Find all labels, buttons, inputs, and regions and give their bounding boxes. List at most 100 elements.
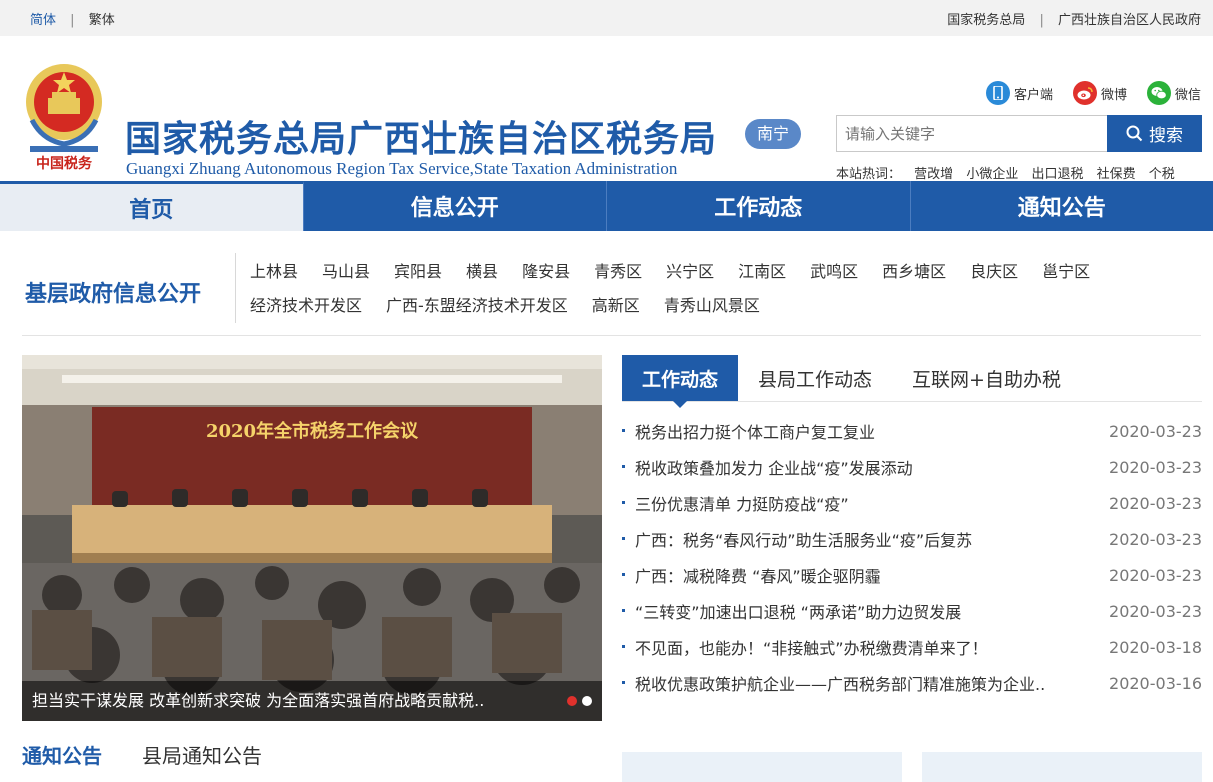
slide-banner-text: 2020年全市税务工作会议 <box>206 420 419 442</box>
district-link[interactable]: 良庆区 <box>970 259 1018 293</box>
weibo-label: 微博 <box>1101 84 1127 103</box>
grassroots-list: 上林县 马山县 宾阳县 横县 隆安县 青秀区 兴宁区 江南区 武鸣区 西乡塘区 … <box>250 259 1130 327</box>
service-card[interactable] <box>922 752 1202 782</box>
news-item[interactable]: 税务出招力挺个体工商户复工复业 2020-03-23 <box>622 413 1202 449</box>
separator: | <box>70 13 74 28</box>
district-link[interactable]: 青秀山风景区 <box>664 293 760 327</box>
grassroots-info-section: 基层政府信息公开 上林县 马山县 宾阳县 横县 隆安县 青秀区 兴宁区 江南区 … <box>22 231 1201 336</box>
news-date: 2020-03-23 <box>1109 530 1202 549</box>
news-title[interactable]: 税收政策叠加发力 企业战“疫”发展添动 <box>622 455 913 479</box>
tab-internet-tax[interactable]: 互联网+自助办税 <box>892 355 1081 401</box>
district-link[interactable]: 马山县 <box>322 259 370 293</box>
nav-tab-home[interactable]: 首页 <box>0 181 304 231</box>
news-title[interactable]: 广西：税务“春风行动”助生活服务业“疫”后复苏 <box>622 527 972 551</box>
district-link[interactable]: 上林县 <box>250 259 298 293</box>
district-link[interactable]: 邕宁区 <box>1042 259 1090 293</box>
tab-county-notices[interactable]: 县局通知公告 <box>142 740 262 769</box>
language-switch: 简体 | 繁体 <box>30 9 115 28</box>
news-panel: 工作动态 县局工作动态 互联网+自助办税 税务出招力挺个体工商户复工复业 2020… <box>622 355 1202 701</box>
slider-dot-active[interactable] <box>567 696 577 706</box>
slide-caption[interactable]: 担当实干谋发展 改革创新求突破 为全面落实强首府战略贡献税.. <box>22 681 602 721</box>
hot-word-link[interactable]: 出口退税 <box>1031 167 1083 182</box>
news-item[interactable]: “三转变”加速出口退税 “两承诺”助力边贸发展 2020-03-23 <box>622 593 1202 629</box>
client-app-label: 客户端 <box>1014 84 1053 103</box>
tab-notices[interactable]: 通知公告 <box>22 740 102 769</box>
news-title[interactable]: 三份优惠清单 力挺防疫战“疫” <box>622 491 849 515</box>
news-item[interactable]: 三份优惠清单 力挺防疫战“疫” 2020-03-23 <box>622 485 1202 521</box>
nav-tab-work-news[interactable]: 工作动态 <box>607 181 911 231</box>
news-item[interactable]: 广西：减税降费 “春风”暖企驱阴霾 2020-03-23 <box>622 557 1202 593</box>
news-item[interactable]: 税收政策叠加发力 企业战“疫”发展添动 2020-03-23 <box>622 449 1202 485</box>
news-title[interactable]: 税收优惠政策护航企业——广西税务部门精准施策为企业.. <box>622 671 1045 695</box>
hot-word-link[interactable]: 社保费 <box>1097 167 1136 182</box>
district-link[interactable]: 江南区 <box>738 259 786 293</box>
weibo-icon <box>1073 81 1097 105</box>
district-link[interactable]: 武鸣区 <box>810 259 858 293</box>
district-link[interactable]: 高新区 <box>592 293 640 327</box>
external-links: 国家税务总局 | 广西壮族自治区人民政府 <box>947 9 1201 28</box>
lang-traditional-link[interactable]: 繁体 <box>89 13 115 28</box>
district-link[interactable]: 青秀区 <box>594 259 642 293</box>
district-link[interactable]: 横县 <box>466 259 498 293</box>
news-date: 2020-03-16 <box>1109 674 1202 693</box>
hot-words: 本站热词： 营改增 小微企业 出口退税 社保费 个税 <box>836 163 1184 182</box>
nav-tab-notices[interactable]: 通知公告 <box>911 181 1213 231</box>
tab-county-news[interactable]: 县局工作动态 <box>738 355 892 401</box>
hot-word-link[interactable]: 营改增 <box>914 167 953 182</box>
top-bar: 简体 | 繁体 国家税务总局 | 广西壮族自治区人民政府 <box>0 0 1213 36</box>
news-date: 2020-03-18 <box>1109 638 1202 657</box>
news-tabs: 工作动态 县局工作动态 互联网+自助办税 <box>622 355 1202 402</box>
hot-word-link[interactable]: 个税 <box>1149 167 1175 182</box>
nav-tab-info-disclosure[interactable]: 信息公开 <box>304 181 608 231</box>
news-item[interactable]: 不见面，也能办！“非接触式”办税缴费清单来了！ 2020-03-18 <box>622 629 1202 665</box>
national-emblem-logo[interactable]: 中国税务 <box>22 60 106 172</box>
site-title: 国家税务总局广西壮族自治区税务局 <box>125 110 717 162</box>
hot-word-link[interactable]: 小微企业 <box>966 167 1018 182</box>
district-link[interactable]: 西乡塘区 <box>882 259 946 293</box>
separator: | <box>1039 13 1043 28</box>
news-item[interactable]: 广西：税务“春风行动”助生活服务业“疫”后复苏 2020-03-23 <box>622 521 1202 557</box>
search-icon <box>1126 125 1143 142</box>
svg-text:中国税务: 中国税务 <box>36 155 93 172</box>
news-title[interactable]: 不见面，也能办！“非接触式”办税缴费清单来了！ <box>622 635 988 659</box>
sat-link[interactable]: 国家税务总局 <box>947 13 1025 28</box>
slider-dots <box>567 696 592 706</box>
district-link[interactable]: 广西-东盟经济技术开发区 <box>386 293 568 327</box>
grassroots-title: 基层政府信息公开 <box>25 276 201 308</box>
search-box: 搜索 <box>836 115 1202 152</box>
district-link[interactable]: 经济技术开发区 <box>250 293 362 327</box>
news-date: 2020-03-23 <box>1109 422 1202 441</box>
news-date: 2020-03-23 <box>1109 566 1202 585</box>
wechat-label: 微信 <box>1175 84 1201 103</box>
notice-tabs: 通知公告 县局通知公告 <box>22 740 262 769</box>
wechat-icon <box>1147 81 1171 105</box>
news-date: 2020-03-23 <box>1109 602 1202 621</box>
district-link[interactable]: 兴宁区 <box>666 259 714 293</box>
slider-dot[interactable] <box>582 696 592 706</box>
search-button[interactable]: 搜索 <box>1107 115 1202 152</box>
phone-icon <box>986 81 1010 105</box>
district-link[interactable]: 宾阳县 <box>394 259 442 293</box>
gov-link[interactable]: 广西壮族自治区人民政府 <box>1058 13 1201 28</box>
client-app-link[interactable]: 客户端 <box>986 81 1053 105</box>
news-title[interactable]: 税务出招力挺个体工商户复工复业 <box>622 419 875 443</box>
city-badge[interactable]: 南宁 <box>745 119 801 149</box>
weibo-link[interactable]: 微博 <box>1073 81 1127 105</box>
site-header: 中国税务 国家税务总局广西壮族自治区税务局 Guangxi Zhuang Aut… <box>0 36 1213 181</box>
news-date: 2020-03-23 <box>1109 494 1202 513</box>
news-slider[interactable]: 2020年全市税务工作会议 担当实干谋发展 改革创新求突破 为全面落实强首府战略… <box>22 355 602 721</box>
hot-words-label: 本站热词： <box>836 167 901 182</box>
news-item[interactable]: 税收优惠政策护航企业——广西税务部门精准施策为企业.. 2020-03-16 <box>622 665 1202 701</box>
district-link[interactable]: 隆安县 <box>522 259 570 293</box>
wechat-link[interactable]: 微信 <box>1147 81 1201 105</box>
news-title[interactable]: 广西：减税降费 “春风”暖企驱阴霾 <box>622 563 881 587</box>
search-input[interactable] <box>836 115 1107 152</box>
news-date: 2020-03-23 <box>1109 458 1202 477</box>
slide-image: 2020年全市税务工作会议 <box>22 355 602 721</box>
lang-simplified-link[interactable]: 简体 <box>30 13 56 28</box>
site-title-english: Guangxi Zhuang Autonomous Region Tax Ser… <box>126 159 677 179</box>
news-list: 税务出招力挺个体工商户复工复业 2020-03-23 税收政策叠加发力 企业战“疫… <box>622 413 1202 701</box>
tab-work-news[interactable]: 工作动态 <box>622 355 738 401</box>
news-title[interactable]: “三转变”加速出口退税 “两承诺”助力边贸发展 <box>622 599 961 623</box>
service-card[interactable] <box>622 752 902 782</box>
